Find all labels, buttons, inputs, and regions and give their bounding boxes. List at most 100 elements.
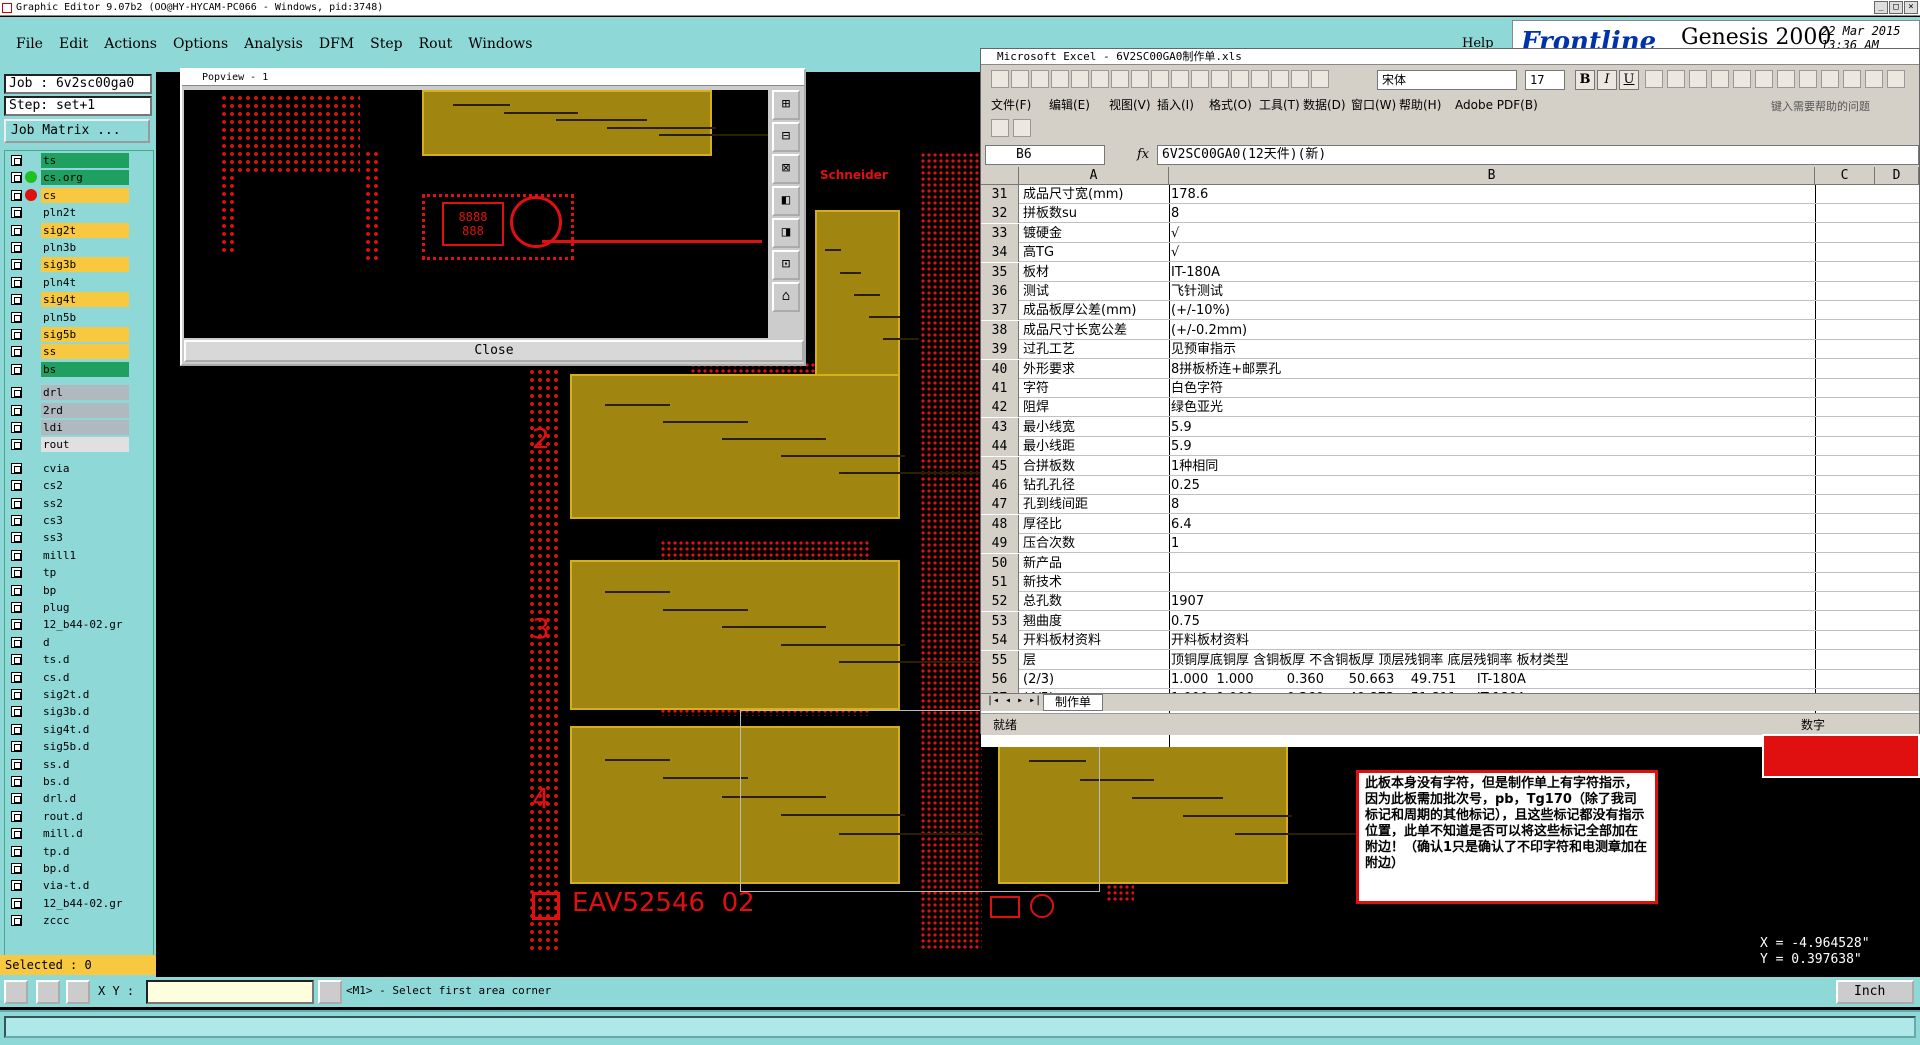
sheet-row[interactable]: 40 外形要求 8拼板桥连+邮票孔 [981,359,1919,379]
menu-analysis[interactable]: Analysis [236,36,311,52]
sheet-row[interactable]: 43 最小线宽 5.9 [981,417,1919,437]
layer-name[interactable]: 12_b44-02.gr [41,895,129,911]
layer-name[interactable]: sig2t [41,222,129,238]
layer-name[interactable]: sig2t.d [41,687,129,702]
cell-b[interactable] [1171,573,1811,592]
layer-checkbox[interactable] [11,706,22,718]
layer-checkbox[interactable] [11,387,22,399]
row-number[interactable]: 49 [981,534,1019,554]
column-header[interactable]: B [1169,167,1815,185]
layer-name[interactable]: pln5b [41,309,129,325]
excel-format-icon[interactable] [1887,70,1905,88]
layer-name[interactable]: ss.d [41,756,129,772]
row-number[interactable]: 39 [981,340,1019,360]
layer-name[interactable]: cs.d [41,669,129,685]
row-number[interactable]: 33 [981,223,1019,243]
row-number[interactable]: 47 [981,495,1019,515]
layer-name[interactable]: plug [41,600,129,615]
layer-checkbox[interactable] [11,363,22,375]
excel-menu-item[interactable]: Adobe PDF(B) [1455,95,1538,115]
layer-name[interactable]: rout.d [41,808,129,824]
row-number[interactable]: 54 [981,631,1019,651]
layer-name[interactable]: ss2 [41,495,129,511]
layer-checkbox[interactable] [11,549,22,561]
excel-menu-item[interactable]: 数据(D) [1303,95,1346,115]
layer-row[interactable]: mill.d [7,826,153,842]
cell-a[interactable]: 板材 [1023,263,1165,282]
cell-b[interactable]: √ [1171,243,1811,262]
menu-windows[interactable]: Windows [460,36,540,52]
layer-name[interactable]: bp [41,582,129,598]
layer-name[interactable]: rout [41,437,129,453]
layer-row[interactable]: sig3b [7,257,153,273]
excel-toolbar-icon[interactable] [1191,70,1209,88]
layer-row[interactable]: ss [7,344,153,360]
unit-selector[interactable]: Inch [1836,980,1914,1004]
minimize-icon[interactable]: _ [1874,1,1888,14]
layer-row[interactable]: ts [7,153,153,168]
sheet-row[interactable]: 44 最小线距 5.9 [981,437,1919,457]
layer-checkbox[interactable] [11,602,22,613]
excel-format-icon[interactable] [1865,70,1883,88]
help-question-input[interactable]: 键入需要帮助的问题 [1771,97,1915,117]
grid-icon[interactable] [66,980,90,1004]
layer-checkbox[interactable] [11,567,22,579]
layer-checkbox[interactable] [11,584,22,596]
excel-format-icon[interactable] [1645,70,1663,88]
cell-b[interactable]: (+/-0.2mm) [1171,321,1811,340]
layer-checkbox[interactable] [11,422,22,433]
excel-menu-item[interactable]: 帮助(H) [1399,95,1441,115]
cell-a[interactable]: 新技术 [1023,573,1165,592]
row-number[interactable]: 38 [981,320,1019,340]
row-number[interactable]: 56 [981,670,1019,689]
bold-button[interactable]: B [1575,70,1595,90]
cell-b[interactable]: (+/-10%) [1171,301,1811,320]
row-number[interactable]: 36 [981,282,1019,301]
layer-row[interactable]: drl [7,385,153,401]
excel-menu-item[interactable]: 插入(I) [1157,95,1194,115]
row-number[interactable]: 34 [981,243,1019,263]
sheet-nav-icon[interactable]: |◂ ◂ ▸ ▸| [987,695,1041,706]
layer-row[interactable]: ldi [7,420,153,435]
layer-display-dot[interactable] [25,188,37,201]
cell-b[interactable]: 1种相同 [1171,457,1811,476]
layer-checkbox[interactable] [11,689,22,700]
cell-a[interactable]: 字符 [1023,379,1165,398]
layer-row[interactable]: zccc [7,913,153,929]
excel-toolbar-icon[interactable] [1151,70,1169,88]
excel-toolbar-icon[interactable] [1051,70,1069,88]
layer-checkbox[interactable] [11,207,22,219]
cell-a[interactable]: (2/3) [1023,670,1165,689]
layer-name[interactable]: drl [41,385,129,401]
cell-a[interactable]: 压合次数 [1023,534,1165,553]
cell-a[interactable]: 成品尺寸宽(mm) [1023,185,1165,204]
layer-checkbox[interactable] [11,671,22,683]
sheet-row[interactable]: 46 钻孔孔径 0.25 [981,476,1919,495]
cell-b[interactable]: 8拼板桥连+邮票孔 [1171,360,1811,379]
layer-row[interactable]: bp [7,582,153,598]
excel-menu-item[interactable]: 窗口(W) [1351,95,1396,115]
layer-row[interactable]: bs.d [7,774,153,789]
row-number[interactable]: 48 [981,514,1019,534]
layer-name[interactable]: pln2t [41,205,129,221]
layer-checkbox[interactable] [11,828,22,840]
layer-name[interactable]: tp.d [41,843,129,859]
layer-row[interactable]: 12_b44-02.gr [7,895,153,911]
sheet-row[interactable]: 32 拼板数su 8 [981,204,1919,224]
formula-bar[interactable]: 6V2SC00GA0(12天件)(新) [1157,145,1919,165]
layer-row[interactable]: pln3b [7,240,153,255]
cell-b[interactable]: 飞针测试 [1171,282,1811,301]
sheet-row[interactable]: 34 高TG √ [981,243,1919,263]
sheet-row[interactable]: 45 合拼板数 1种相同 [981,456,1919,476]
font-select[interactable]: 宋体 [1377,70,1517,90]
menu-rout[interactable]: Rout [411,36,461,52]
xy-input[interactable] [146,980,314,1004]
row-number[interactable]: 53 [981,611,1019,631]
layer-row[interactable]: mill1 [7,547,153,563]
row-number[interactable]: 32 [981,204,1019,224]
row-number[interactable]: 37 [981,301,1019,321]
layer-checkbox[interactable] [11,497,22,509]
layer-row[interactable]: bs [7,361,153,377]
step-field[interactable]: Step: set+1 [4,96,152,116]
cell-b[interactable]: 1907 [1171,592,1811,611]
